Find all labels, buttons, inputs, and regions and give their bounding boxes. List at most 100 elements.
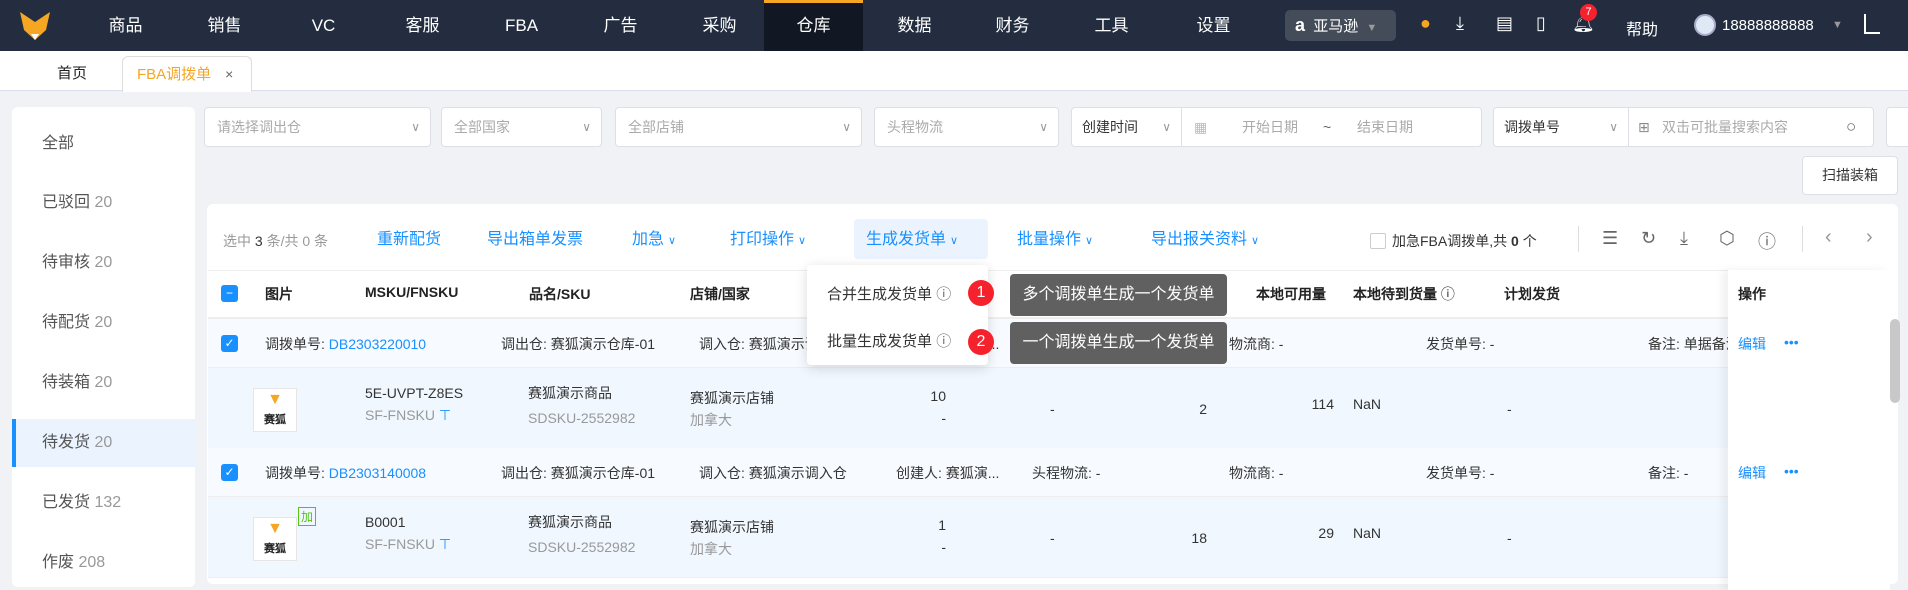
end-date-input[interactable]: 结束日期: [1357, 108, 1413, 146]
product-name: 赛狐演示商品: [528, 385, 612, 401]
sidebar-item-pending-shipment[interactable]: 待发货 20: [12, 419, 195, 467]
shop-select[interactable]: 全部店铺 ∨: [615, 107, 862, 147]
country-select[interactable]: 全部国家 ∨: [441, 107, 602, 147]
sidebar-label: 已驳回: [42, 194, 91, 211]
chevron-down-icon: ∨: [411, 120, 420, 134]
nav-item-service[interactable]: 客服: [373, 0, 472, 51]
export-customs-dropdown[interactable]: 导出报关资料 ∨: [1151, 229, 1259, 252]
sidebar-item-rejected[interactable]: 已驳回 20: [12, 179, 195, 227]
row-checkbox[interactable]: ✓: [221, 464, 238, 481]
edit-link[interactable]: 编辑: [1738, 334, 1766, 354]
chevron-down-icon: ∨: [1251, 235, 1260, 247]
platform-label: 亚马逊: [1313, 18, 1359, 35]
callout-badge-1: 1: [968, 280, 994, 306]
platform-select[interactable]: a 亚马逊 ▼: [1285, 10, 1396, 41]
chevron-down-icon: ∨: [1162, 120, 1171, 134]
nav-item-purchase[interactable]: 采购: [670, 0, 769, 51]
batch-operations-dropdown[interactable]: 批量操作 ∨: [1017, 229, 1093, 252]
fullscreen-icon[interactable]: [1864, 14, 1880, 34]
filter-icon[interactable]: [1886, 107, 1908, 147]
scan-pack-button[interactable]: 扫描装箱: [1802, 156, 1898, 195]
nav-item-ads[interactable]: 广告: [571, 0, 670, 51]
search-input[interactable]: 双击可批量搜索内容: [1662, 108, 1788, 146]
print-dropdown[interactable]: 打印操作 ∨: [730, 229, 806, 252]
shop: 赛狐演示店铺: [690, 390, 774, 406]
menu-item-batch-generate[interactable]: 批量生成发货单 ⓘ: [827, 330, 951, 351]
quantity-sub: -: [941, 410, 946, 426]
nav-item-data[interactable]: 数据: [865, 0, 964, 51]
urgent-dropdown[interactable]: 加急 ∨: [632, 229, 676, 252]
help-icon[interactable]: ⓘ: [936, 333, 951, 350]
pin-icon[interactable]: ⊤: [439, 536, 451, 552]
sidebar-count: 208: [78, 554, 106, 571]
order-no-link[interactable]: DB2303140008: [329, 465, 426, 481]
plan-ship: -: [1507, 401, 1512, 417]
edit-link[interactable]: 编辑: [1738, 463, 1766, 483]
export-invoice-button[interactable]: 导出箱单发票: [487, 229, 583, 251]
scroll-right-icon[interactable]: ›: [1866, 226, 1873, 249]
select-all-checkbox[interactable]: −: [221, 285, 238, 302]
pin-icon[interactable]: ⊤: [439, 407, 451, 423]
refresh-icon[interactable]: ↻: [1641, 228, 1656, 249]
start-date-input[interactable]: 开始日期: [1242, 108, 1298, 146]
chevron-down-icon: ∨: [950, 235, 959, 247]
help-icon[interactable]: ⓘ: [1441, 286, 1455, 302]
scroll-left-icon[interactable]: ‹: [1825, 226, 1832, 249]
warehouse-select[interactable]: 请选择调出仓 ∨: [204, 107, 431, 147]
help-link[interactable]: 帮助: [1626, 16, 1658, 40]
sidebar-item-pending-packing[interactable]: 待装箱 20: [12, 359, 195, 407]
nav-item-settings[interactable]: 设置: [1164, 0, 1263, 51]
row-height-icon[interactable]: ☰: [1602, 228, 1618, 249]
sidebar-label: 待发货: [42, 434, 91, 451]
more-actions-icon[interactable]: •••: [1784, 463, 1799, 479]
batch-grid-icon[interactable]: ⊞: [1638, 108, 1650, 146]
tab-home[interactable]: 首页: [57, 62, 87, 83]
nav-item-vc[interactable]: VC: [274, 0, 373, 51]
order-no-link[interactable]: DB2303220010: [329, 336, 426, 352]
reallocate-button[interactable]: 重新配货: [377, 229, 441, 251]
download-icon[interactable]: ⤓: [1456, 13, 1464, 34]
vertical-scrollbar[interactable]: [1890, 319, 1900, 403]
menu-item-merge-generate[interactable]: 合并生成发货单 ⓘ: [827, 283, 951, 304]
user-name[interactable]: 18888888888: [1722, 17, 1814, 34]
selection-summary: 选中 3 条/共 0 条: [223, 233, 329, 249]
fox-logo-icon: ▼: [267, 520, 283, 537]
time-type-select[interactable]: 创建时间 ∨: [1072, 108, 1182, 146]
sidebar-item-pending-allocation[interactable]: 待配货 20: [12, 299, 195, 347]
close-icon[interactable]: ×: [225, 66, 233, 82]
nav-item-tools[interactable]: 工具: [1062, 0, 1161, 51]
logo[interactable]: [18, 10, 52, 42]
sidebar-count: 20: [94, 434, 113, 451]
logistics-select[interactable]: 头程物流 ∨: [874, 107, 1059, 147]
nav-item-fba[interactable]: FBA: [472, 0, 571, 51]
search-type-select[interactable]: 调拨单号 ∨: [1494, 108, 1629, 146]
product-thumbnail: ▼ 赛狐: [253, 517, 297, 561]
nav-item-goods[interactable]: 商品: [76, 0, 175, 51]
tab-fba-transfer[interactable]: FBA调拨单 ×: [122, 56, 252, 92]
order-no: 调拨单号: DB2303220010: [265, 336, 427, 352]
sidebar-item-all[interactable]: 全部: [12, 120, 195, 168]
help-icon[interactable]: ⓘ: [1758, 228, 1776, 254]
download-icon[interactable]: ⤓: [1680, 228, 1688, 249]
urgent-filter-checkbox[interactable]: 加急FBA调拨单,共 0 个: [1370, 231, 1537, 251]
help-icon[interactable]: ⓘ: [936, 286, 951, 303]
sidebar-item-pending-review[interactable]: 待审核 20: [12, 239, 195, 287]
search-icon[interactable]: ○: [1846, 108, 1856, 146]
caret-down-icon: ▼: [1366, 22, 1378, 34]
mobile-icon[interactable]: ▯: [1536, 13, 1546, 34]
generate-shipment-dropdown[interactable]: 生成发货单 ∨: [866, 229, 958, 252]
calendar-icon: ▦: [1194, 119, 1208, 135]
nav-item-warehouse[interactable]: 仓库: [764, 0, 863, 51]
row-checkbox[interactable]: ✓: [221, 335, 238, 352]
avatar[interactable]: [1694, 14, 1716, 36]
fnsku: SF-FNSKU ⊤: [365, 407, 452, 423]
settings-icon[interactable]: ⬡: [1719, 228, 1735, 249]
nav-item-finance[interactable]: 财务: [963, 0, 1062, 51]
sidebar-item-shipped[interactable]: 已发货 132: [12, 479, 195, 527]
nav-item-sales[interactable]: 销售: [175, 0, 274, 51]
document-add-icon[interactable]: ▤: [1496, 13, 1513, 34]
chat-icon[interactable]: ●: [1420, 13, 1431, 34]
chevron-down-icon: ∨: [842, 120, 851, 134]
more-actions-icon[interactable]: •••: [1784, 334, 1799, 350]
order-no: 调拨单号: DB2303140008: [265, 465, 427, 481]
